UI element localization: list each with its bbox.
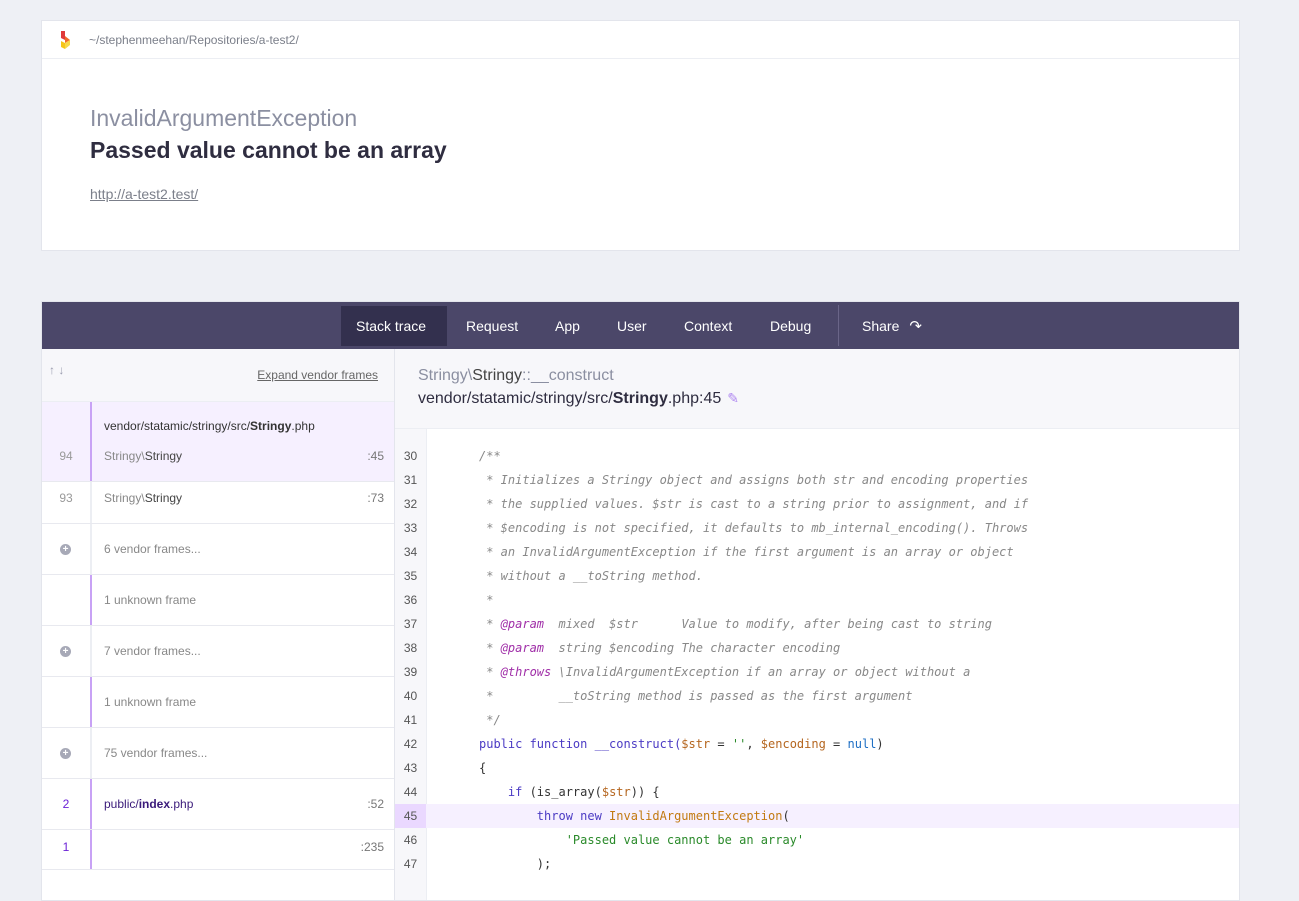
vendor-frames-group-75[interactable]: + 75 vendor frames... xyxy=(42,728,394,779)
tab-context[interactable]: Context xyxy=(669,306,747,346)
frame-number: 94 xyxy=(59,449,73,463)
code-line: 38 * @param string $encoding The charact… xyxy=(403,641,841,655)
frame-line xyxy=(90,575,92,625)
frame-item-1[interactable]: 1 :235 xyxy=(42,830,394,870)
code-line: 34 * an InvalidArgumentException if the … xyxy=(403,545,1014,559)
frame-item-94[interactable]: vendor/statamic/stringy/src/Stringy.php … xyxy=(42,402,394,482)
frame-file: vendor/statamic/stringy/src/Stringy.php xyxy=(104,419,315,433)
tab-user[interactable]: User xyxy=(602,306,662,346)
tab-separator xyxy=(838,305,839,346)
frame-number: 93 xyxy=(59,491,73,505)
code-line-highlighted: 45 throw new InvalidArgumentException( xyxy=(395,804,1239,828)
code-line: 44 if (is_array($str)) { xyxy=(403,785,660,799)
code-line: 46 'Passed value cannot be an array' xyxy=(403,833,805,847)
expand-vendor-frames-link[interactable]: Expand vendor frames xyxy=(257,368,378,382)
tab-request[interactable]: Request xyxy=(451,306,533,346)
frame-line xyxy=(90,402,92,481)
expand-plus-icon[interactable]: + xyxy=(60,544,71,555)
frame-number: 1 xyxy=(62,840,70,854)
vendor-frames-group-7[interactable]: + 7 vendor frames... xyxy=(42,626,394,677)
expand-plus-icon[interactable]: + xyxy=(60,646,71,657)
card-top-bar: ~/stephenmeehan/Repositories/a-test2/ xyxy=(42,21,1239,59)
edit-pencil-icon[interactable]: ✎ xyxy=(727,390,739,406)
code-line: 41 */ xyxy=(403,713,501,727)
code-line: 37 * @param mixed $str Value to modify, … xyxy=(403,617,992,631)
project-path: ~/stephenmeehan/Repositories/a-test2/ xyxy=(89,32,299,47)
vendor-frames-label: 75 vendor frames... xyxy=(104,746,208,760)
code-header: Stringy\Stringy::__construct vendor/stat… xyxy=(395,349,1239,429)
code-line: 30/** xyxy=(403,449,501,463)
frame-file: public/index.php xyxy=(104,797,194,811)
frame-line xyxy=(90,779,92,829)
unknown-frame-label: 1 unknown frame xyxy=(104,695,197,709)
tab-bar: Stack trace Request App User Context Deb… xyxy=(42,302,1239,349)
frame-item-2[interactable]: 2 public/index.php :52 xyxy=(42,779,394,830)
code-line: 43{ xyxy=(403,761,487,775)
frame-class: Stringy\Stringy xyxy=(104,491,183,505)
frames-header: ↑ ↓ Expand vendor frames xyxy=(42,349,394,402)
code-viewer: Stringy\Stringy::__construct vendor/stat… xyxy=(395,349,1239,900)
frame-line xyxy=(90,524,92,574)
file-path: vendor/statamic/stringy/src/Stringy.php:… xyxy=(418,390,739,407)
code-line: 39 * @throws \InvalidArgumentException i… xyxy=(403,665,971,679)
code-line: 40 * __toString method is passed as the … xyxy=(403,689,913,703)
frame-number: 2 xyxy=(62,797,70,811)
frame-line-number: :45 xyxy=(367,449,384,463)
share-arrow-icon: ↷ xyxy=(909,318,922,335)
vendor-frames-label: 7 vendor frames... xyxy=(104,644,201,658)
share-button[interactable]: Share ↷ xyxy=(847,306,937,346)
frame-navigation-arrows-icon[interactable]: ↑ ↓ xyxy=(49,363,64,377)
frame-line xyxy=(90,677,92,727)
frame-line xyxy=(90,626,92,676)
expand-plus-icon[interactable]: + xyxy=(60,748,71,759)
unknown-frame-2: 1 unknown frame xyxy=(42,677,394,728)
frame-line xyxy=(90,482,92,523)
frame-line xyxy=(90,830,92,869)
code-line: 47 ); xyxy=(403,857,552,871)
exception-message: Passed value cannot be an array xyxy=(90,137,447,163)
code-line: 31 * Initializes a Stringy object and as… xyxy=(403,473,1029,487)
code-line: 36 * xyxy=(403,593,494,607)
tab-debug[interactable]: Debug xyxy=(755,306,826,346)
stack-trace-panel: Stack trace Request App User Context Deb… xyxy=(41,301,1240,901)
exception-class: InvalidArgumentException xyxy=(90,105,358,131)
frame-line xyxy=(90,728,92,778)
frame-line-number: :73 xyxy=(367,491,384,505)
vendor-frames-group-6[interactable]: + 6 vendor frames... xyxy=(42,524,394,575)
frame-item-93[interactable]: 93 Stringy\Stringy :73 xyxy=(42,482,394,524)
tab-app[interactable]: App xyxy=(540,306,595,346)
request-url-link[interactable]: http://a-test2.test/ xyxy=(90,186,198,202)
ignition-logo-icon xyxy=(61,30,70,49)
error-card: ~/stephenmeehan/Repositories/a-test2/ In… xyxy=(41,20,1240,251)
unknown-frame-label: 1 unknown frame xyxy=(104,593,197,607)
code-line: 42 public function __construct($str = '',… xyxy=(403,737,884,751)
code-block: 30/** 31 * Initializes a Stringy object … xyxy=(395,444,1239,876)
frame-line-number: :235 xyxy=(360,840,384,854)
function-name: Stringy\Stringy::__construct xyxy=(418,367,614,384)
vendor-frames-label: 6 vendor frames... xyxy=(104,542,201,556)
tab-stack-trace[interactable]: Stack trace xyxy=(341,306,447,346)
frame-line-number: :52 xyxy=(367,797,384,811)
share-label: Share xyxy=(862,318,900,334)
frames-sidebar: ↑ ↓ Expand vendor frames vendor/statamic… xyxy=(42,349,395,900)
code-line: 35 * without a __toString method. xyxy=(403,569,703,583)
frame-class: Stringy\Stringy xyxy=(104,449,183,463)
code-line: 32 * the supplied values. $str is cast t… xyxy=(403,497,1029,511)
code-line: 33 * $encoding is not specified, it defa… xyxy=(403,521,1029,535)
unknown-frame-1: 1 unknown frame xyxy=(42,575,394,626)
